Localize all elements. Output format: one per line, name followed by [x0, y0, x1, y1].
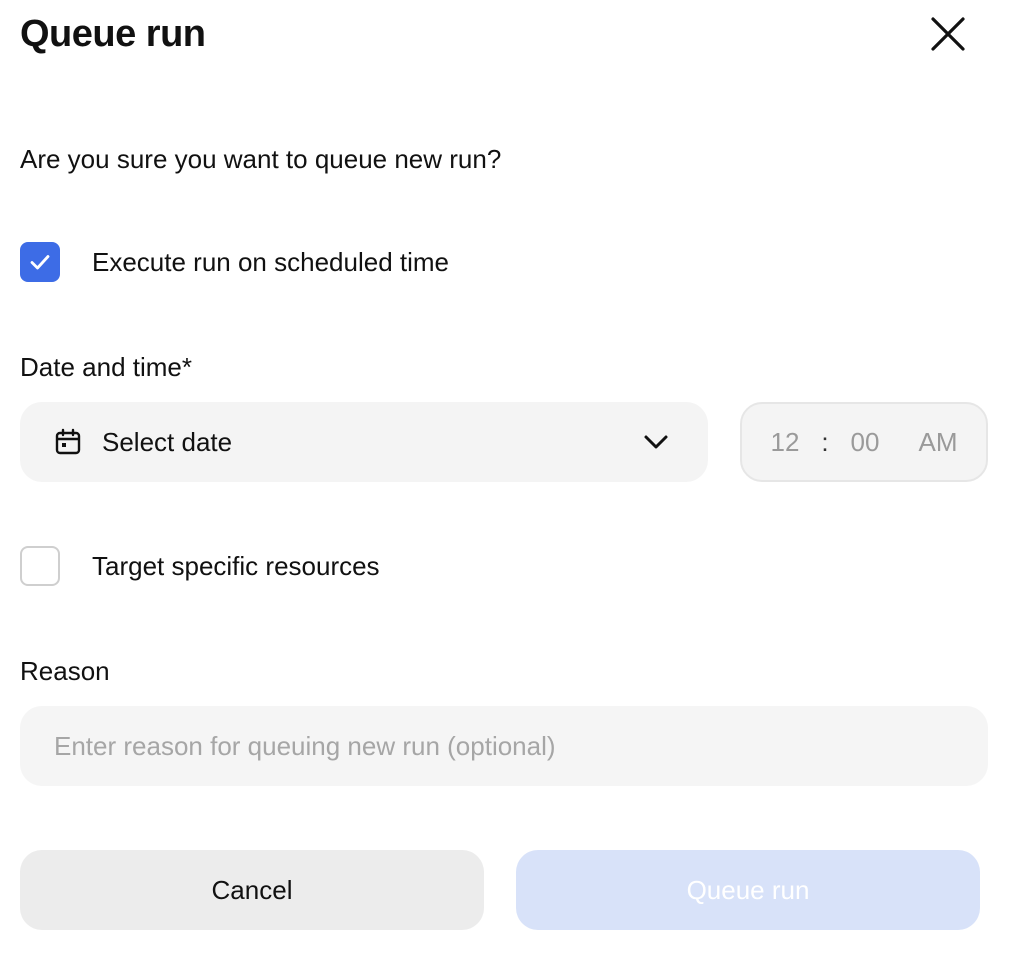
execute-scheduled-label: Execute run on scheduled time: [92, 247, 449, 277]
close-icon: [931, 17, 965, 51]
dialog-title: Queue run: [20, 13, 206, 55]
target-resources-checkbox[interactable]: [20, 546, 60, 586]
time-hour[interactable]: 12: [765, 427, 805, 458]
cancel-button[interactable]: Cancel: [20, 850, 484, 930]
check-icon: [30, 255, 50, 270]
close-button[interactable]: [924, 10, 972, 58]
date-select[interactable]: Select date: [20, 402, 708, 482]
date-time-label: Date and time*: [20, 352, 192, 382]
reason-label: Reason: [20, 656, 110, 686]
target-resources-option[interactable]: Target specific resources: [20, 546, 380, 586]
time-minute[interactable]: 00: [845, 427, 885, 458]
execute-scheduled-checkbox[interactable]: [20, 242, 60, 282]
date-select-text: Select date: [102, 426, 233, 457]
queue-run-button[interactable]: Queue run: [516, 850, 980, 930]
time-separator: :: [821, 426, 829, 457]
time-period[interactable]: AM: [913, 427, 963, 458]
confirm-question: Are you sure you want to queue new run?: [20, 144, 502, 174]
calendar-icon: [55, 428, 81, 455]
chevron-down-icon: [644, 435, 668, 449]
queue-run-dialog: Queue run Are you sure you want to queue…: [0, 0, 1034, 974]
execute-scheduled-option[interactable]: Execute run on scheduled time: [20, 242, 449, 282]
target-resources-label: Target specific resources: [92, 551, 380, 581]
reason-input[interactable]: [20, 706, 988, 786]
time-picker[interactable]: 12 : 00 AM: [740, 402, 988, 482]
